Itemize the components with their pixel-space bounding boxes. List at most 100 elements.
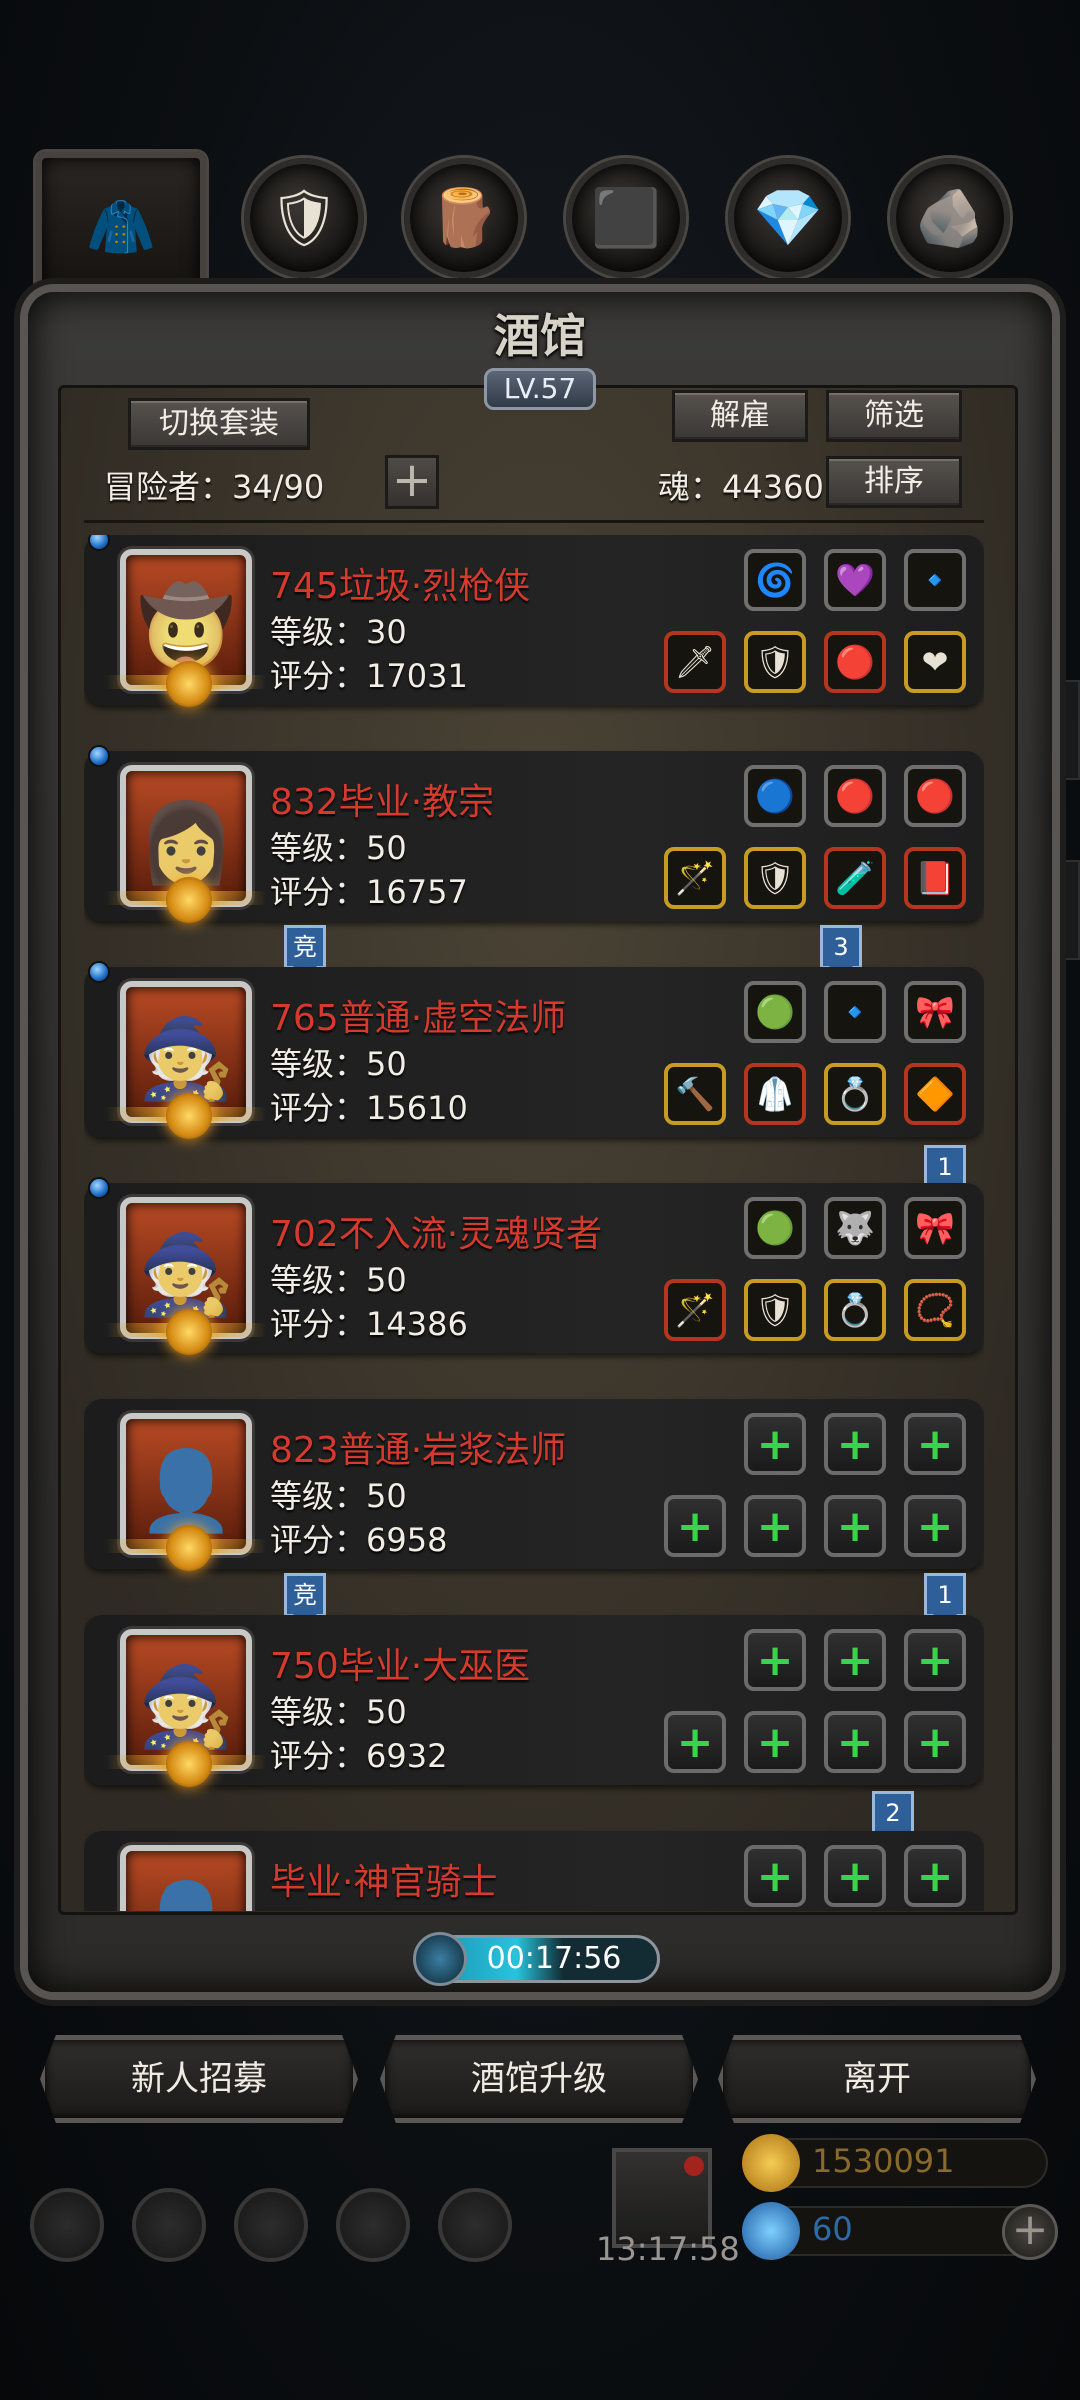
blue-gem-icon (88, 745, 110, 767)
hero-level: 等级：50 (270, 1477, 407, 1515)
empty-slot-plus-icon[interactable]: + (904, 1845, 966, 1907)
hero-list[interactable]: 🤠 745垃圾·烈枪侠 等级：30 评分：17031 🌀 💜 🔹 🗡 🛡 🔴 ❤… (84, 535, 984, 1911)
staff-icon[interactable]: 🪄 (664, 1279, 726, 1341)
empty-slot-plus-icon[interactable]: + (904, 1629, 966, 1691)
compete-tag: 竞 (284, 925, 326, 978)
robe-icon[interactable]: 🥼 (744, 1063, 806, 1125)
hero-card[interactable]: 👤 毕业·神官骑士 + + + (84, 1831, 984, 1911)
hero-level: 等级：50 (270, 829, 407, 867)
rank-emblem-icon (166, 1309, 212, 1355)
side-tab[interactable] (1048, 860, 1080, 960)
hero-score: 评分：6932 (270, 1737, 448, 1775)
hero-card[interactable]: 🧙 750毕业·大巫医 等级：50 评分：6932 + + + + + + + (84, 1615, 984, 1787)
add-currency-button[interactable]: + (1002, 2204, 1058, 2260)
potion-icon[interactable]: 🧪 (824, 847, 886, 909)
count-tag: 3 (820, 925, 862, 978)
teal-stone-icon[interactable]: 🔹 (904, 549, 966, 611)
empty-slot-plus-icon[interactable]: + (744, 1495, 806, 1557)
switch-outfit-button[interactable]: 切换套装 (128, 398, 310, 450)
necklace-icon[interactable]: ❤ (904, 631, 966, 693)
rank-emblem-icon (166, 877, 212, 923)
hero-face-icon: 👤 (137, 1878, 234, 1911)
armor-icon[interactable]: 🛡 (744, 631, 806, 693)
empty-slot-plus-icon[interactable]: + (904, 1413, 966, 1475)
hero-level: 等级：50 (270, 1261, 407, 1299)
red-stone-icon[interactable]: 🔴 (824, 765, 886, 827)
blue-orb-icon[interactable]: 🔵 (744, 765, 806, 827)
hero-score: 评分：17031 (270, 657, 468, 695)
necklace-icon[interactable]: 📿 (904, 1279, 966, 1341)
filter-button[interactable]: 筛选 (826, 390, 962, 442)
empty-slot-plus-icon[interactable]: + (744, 1845, 806, 1907)
mace-icon[interactable]: 🔨 (664, 1063, 726, 1125)
empty-slot-plus-icon[interactable]: + (744, 1413, 806, 1475)
armor-icon[interactable]: 🛡 (744, 1279, 806, 1341)
rank-emblem-icon (166, 1093, 212, 1139)
hero-card[interactable]: 🧙 702不入流·灵魂贤者 等级：50 评分：14386 🟢 🐺 🎀 🪄 🛡 💍… (84, 1177, 984, 1355)
empty-slot-plus-icon[interactable]: + (904, 1711, 966, 1773)
hero-card[interactable]: 🧙 765普通·虚空法师 等级：50 评分：15610 🟢 🔹 🎀 🔨 🥼 💍 … (84, 961, 984, 1139)
ring-icon[interactable]: 💍 (824, 1279, 886, 1341)
empty-slot-plus-icon[interactable]: + (664, 1495, 726, 1557)
medal-icon[interactable] (132, 2188, 206, 2262)
hero-card[interactable]: 👩 832毕业·教宗 等级：50 评分：16757 🔵 🔴 🔴 🪄 🛡 🧪 📕 (84, 745, 984, 923)
staff-icon[interactable]: 🪄 (664, 847, 726, 909)
recruit-button[interactable]: 新人招募 (40, 2035, 358, 2123)
cloth-icon[interactable]: 🎀 (904, 981, 966, 1043)
empty-slot-plus-icon[interactable]: + (744, 1629, 806, 1691)
book-icon[interactable]: 📕 (904, 847, 966, 909)
add-capacity-button[interactable]: + (385, 455, 439, 509)
settings-icon[interactable] (30, 2188, 104, 2262)
sort-button[interactable]: 排序 (826, 456, 962, 508)
box-icon[interactable] (438, 2188, 512, 2262)
hero-card[interactable]: 👤 823普通·岩浆法师 等级：50 评分：6958 + + + + + + + (84, 1399, 984, 1571)
hero-name: 832毕业·教宗 (270, 782, 495, 823)
empty-slot-plus-icon[interactable]: + (824, 1711, 886, 1773)
blue-gem-icon (742, 2202, 800, 2260)
empty-slot-plus-icon[interactable]: + (824, 1413, 886, 1475)
red-stone-icon[interactable]: 🔴 (824, 631, 886, 693)
empty-slot-plus-icon[interactable]: + (824, 1495, 886, 1557)
rank-emblem-icon (166, 1741, 212, 1787)
tab-stone-icon[interactable]: 🪨 (890, 158, 1010, 278)
spear-icon[interactable]: 🗡 (664, 631, 726, 693)
green-crystal-icon[interactable]: 🟢 (744, 1197, 806, 1259)
hero-face-icon: 🤠 (137, 582, 235, 673)
hero-card[interactable]: 🤠 745垃圾·烈枪侠 等级：30 评分：17031 🌀 💜 🔹 🗡 🛡 🔴 ❤ (84, 535, 984, 707)
count-tag: 2 (872, 1791, 914, 1844)
empty-slot-plus-icon[interactable]: + (664, 1711, 726, 1773)
tab-wood-icon[interactable]: 🪵 (404, 158, 524, 278)
side-tab[interactable] (1048, 680, 1080, 780)
empty-slot-plus-icon[interactable]: + (904, 1495, 966, 1557)
tab-crystal-icon[interactable]: 💎 (728, 158, 848, 278)
mail-icon[interactable] (336, 2188, 410, 2262)
hero-name: 750毕业·大巫医 (270, 1646, 531, 1687)
dismiss-button[interactable]: 解雇 (672, 390, 808, 442)
tab-hooded-hero-icon[interactable]: 🧥 (36, 152, 206, 302)
empty-slot-plus-icon[interactable]: + (824, 1845, 886, 1907)
tavern-upgrade-button[interactable]: 酒馆升级 (380, 2035, 698, 2123)
amulet-icon[interactable]: 🔶 (904, 1063, 966, 1125)
purple-gem-icon[interactable]: 💜 (824, 549, 886, 611)
tab-iron-icon[interactable]: ⬛ (566, 158, 686, 278)
leave-button[interactable]: 离开 (718, 2035, 1036, 2123)
armor-icon[interactable]: 🛡 (744, 847, 806, 909)
hero-score: 评分：14386 (270, 1305, 468, 1343)
teal-rune-icon[interactable]: 🌀 (744, 549, 806, 611)
gold-amount: 1530091 (812, 2142, 955, 2180)
hero-face-icon: 👤 (137, 1446, 235, 1537)
teal-stone-icon[interactable]: 🔹 (824, 981, 886, 1043)
green-crystal-icon[interactable]: 🟢 (744, 981, 806, 1043)
gem-ring-icon[interactable]: 💍 (824, 1063, 886, 1125)
chest-icon[interactable] (234, 2188, 308, 2262)
compete-tag: 竞 (284, 1573, 326, 1626)
rank-emblem-icon (166, 1525, 212, 1571)
timer-text: 00:17:56 (486, 1941, 622, 1976)
wolf-emblem-icon[interactable]: 🐺 (824, 1197, 886, 1259)
cloth-icon[interactable]: 🎀 (904, 1197, 966, 1259)
tab-armor-icon[interactable]: 🛡 (244, 158, 364, 278)
empty-slot-plus-icon[interactable]: + (744, 1711, 806, 1773)
gold-coin-icon (742, 2134, 800, 2192)
empty-slot-plus-icon[interactable]: + (824, 1629, 886, 1691)
red-stone-icon[interactable]: 🔴 (904, 765, 966, 827)
